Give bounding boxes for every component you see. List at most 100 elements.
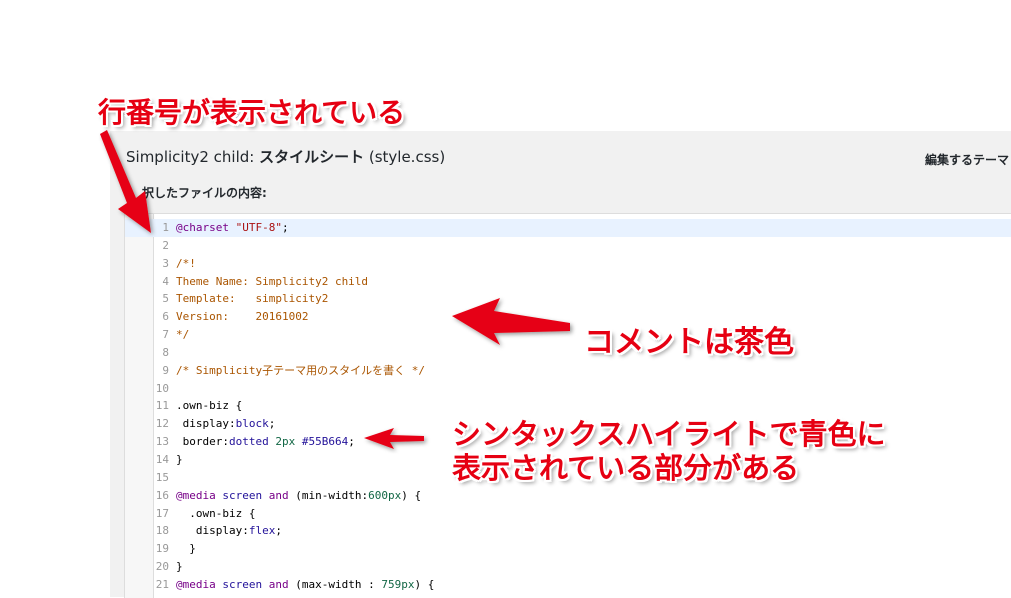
code-token: : <box>242 524 249 538</box>
theme-select-label: 編集するテーマ <box>925 153 1010 167</box>
code-line[interactable]: 20} <box>125 558 1011 576</box>
code-text: } <box>176 558 183 576</box>
code-line[interactable]: 11 .own-biz { <box>125 397 1011 415</box>
line-number: 7 <box>162 328 169 342</box>
code-token: /* Simplicity子テーマ用のスタイルを書く */ <box>176 363 425 377</box>
code-line[interactable]: 16 @media screen and (min-width:600px) { <box>125 487 1011 505</box>
code-text: } <box>176 540 196 558</box>
code-text: Theme Name: Simplicity2 child <box>176 273 368 291</box>
file-title: Simplicity2 child: スタイルシート (style.css) <box>126 146 445 167</box>
code-token: ; <box>275 524 282 538</box>
code-line[interactable]: 10 <box>125 380 1011 398</box>
code-token: } <box>176 560 183 574</box>
code-token: screen <box>222 577 263 591</box>
line-number: 4 <box>162 274 169 288</box>
code-token: */ <box>176 328 190 342</box>
code-area[interactable]: 1 @charset "UTF-8"; 2 3 /*! 4 Theme Name: Simp… <box>125 219 1011 594</box>
code-token: screen <box>222 488 263 502</box>
code-line[interactable]: 8 <box>125 344 1011 362</box>
code-token: @media <box>176 577 216 591</box>
code-token: @charset <box>176 221 229 234</box>
code-token: and <box>268 488 289 502</box>
code-text: /*! <box>176 255 196 273</box>
line-number: 9 <box>162 363 169 377</box>
code-token: /*! <box>176 256 196 270</box>
code-line[interactable]: 19 } <box>125 540 1011 558</box>
annotation-syntax-blue-line2: 表示されている部分がある <box>452 451 800 485</box>
line-number: 11 <box>155 399 169 413</box>
code-line[interactable]: 4 Theme Name: Simplicity2 child <box>125 273 1011 291</box>
code-token: : <box>361 577 382 591</box>
code-line[interactable]: 9 /* Simplicity子テーマ用のスタイルを書く */ <box>125 362 1011 380</box>
code-token: ; <box>281 221 289 234</box>
code-line[interactable]: 17 .own-biz { <box>125 505 1011 523</box>
code-token: display <box>176 524 243 538</box>
code-token: ; <box>348 435 355 449</box>
code-token: "UTF-8" <box>235 221 282 234</box>
code-text: border:dotted 2px #55B664; <box>176 433 355 451</box>
line-number: 20 <box>155 560 169 574</box>
line-number: 8 <box>162 345 169 359</box>
line-number: 5 <box>162 292 169 306</box>
code-token: ) { <box>414 577 435 591</box>
code-token: flex <box>248 524 276 538</box>
code-text: display:block; <box>176 415 276 433</box>
code-token: Theme Name: Simplicity2 child <box>176 274 369 288</box>
code-line[interactable]: 5 Template: simplicity2 <box>125 290 1011 308</box>
line-number: 2 <box>162 238 169 252</box>
code-text: .own-biz { <box>176 505 255 523</box>
code-token: block <box>235 417 269 431</box>
line-number: 12 <box>155 417 169 431</box>
line-number: 1 <box>162 221 169 234</box>
code-token: border <box>176 435 223 449</box>
line-number: 13 <box>155 435 169 449</box>
file-title-suffix: (style.css) <box>364 148 446 166</box>
code-text: @media screen and (min-width:600px) { <box>176 487 421 505</box>
code-token: Version: 20161002 <box>176 310 309 324</box>
code-line[interactable]: 2 <box>125 237 1011 255</box>
annotation-comment-brown: コメントは茶色 <box>584 325 794 360</box>
code-token: min-width <box>301 488 362 502</box>
code-token: : <box>222 435 229 449</box>
code-token: dotted <box>228 435 269 449</box>
code-line[interactable]: 3 /*! <box>125 255 1011 273</box>
code-token: } <box>176 542 196 556</box>
line-number: 21 <box>155 577 169 591</box>
file-content-label: 択したファイルの内容: <box>142 186 267 200</box>
code-line[interactable]: 1 @charset "UTF-8"; <box>125 219 1011 237</box>
annotation-syntax-blue: シンタックスハイライトで青色に 表示されている部分がある <box>452 417 886 485</box>
code-line[interactable]: 6 Version: 20161002 <box>125 308 1011 326</box>
code-text: /* Simplicity子テーマ用のスタイルを書く */ <box>176 362 425 380</box>
code-token: 2px <box>275 435 296 449</box>
code-text: @media screen and (max-width : 759px) { <box>176 576 434 594</box>
code-line[interactable]: 18 display:flex; <box>125 522 1011 540</box>
code-token: 600px <box>368 488 402 502</box>
annotation-syntax-blue-line1: シンタックスハイライトで青色に <box>452 417 886 451</box>
code-token: ; <box>268 417 276 431</box>
line-number: 18 <box>155 524 169 538</box>
code-line[interactable]: 21 @media screen and (max-width : 759px) … <box>125 576 1011 594</box>
code-text: @charset "UTF-8"; <box>176 219 289 237</box>
code-token: .own-biz { <box>176 506 256 520</box>
line-number: 17 <box>155 506 169 520</box>
code-token: display <box>176 417 229 431</box>
code-token: .own-biz { <box>176 399 243 413</box>
line-number: 14 <box>155 452 169 466</box>
line-number: 10 <box>155 381 169 395</box>
code-token: max-width <box>301 577 362 591</box>
code-token: } <box>176 452 183 466</box>
code-editor[interactable]: 1 @charset "UTF-8"; 2 3 /*! 4 Theme Name: Simp… <box>124 213 1011 598</box>
code-line[interactable]: 7 */ <box>125 326 1011 344</box>
code-token: and <box>268 577 289 591</box>
code-token: #55B664 <box>301 435 349 449</box>
line-number: 6 <box>162 310 169 324</box>
code-token: ( <box>288 488 302 502</box>
code-text: */ <box>176 326 189 344</box>
code-text: } <box>176 451 183 469</box>
code-text: display:flex; <box>176 522 282 540</box>
code-text: .own-biz { <box>176 397 242 415</box>
